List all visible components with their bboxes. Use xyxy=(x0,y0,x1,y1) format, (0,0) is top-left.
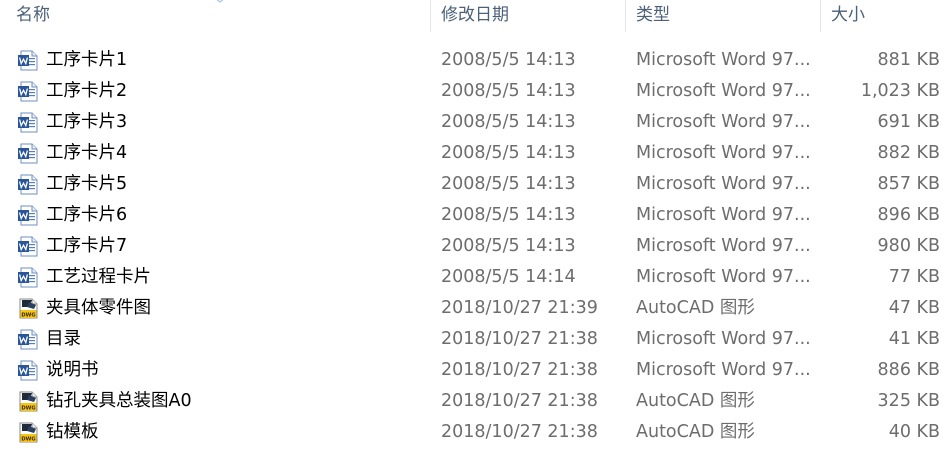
svg-text:DWG: DWG xyxy=(21,405,35,411)
file-modified-date: 2008/5/5 14:13 xyxy=(441,205,576,225)
file-row[interactable]: 工序卡片5 2008/5/5 14:13 Microsoft Word 97... 8… xyxy=(0,169,952,200)
file-row[interactable]: DWG 夹具体零件图 2018/10/27 21:39 AutoCAD 图形 47 K… xyxy=(0,293,952,324)
file-size: 41 KB xyxy=(888,329,940,349)
file-modified-date: 2008/5/5 14:13 xyxy=(441,236,576,256)
file-row[interactable]: 工序卡片3 2008/5/5 14:13 Microsoft Word 97... 6… xyxy=(0,107,952,138)
file-modified-date: 2008/5/5 14:13 xyxy=(441,81,576,101)
column-header-name[interactable]: 名称 xyxy=(6,0,430,32)
file-name: 钻孔夹具总装图A0 xyxy=(46,391,192,411)
file-row[interactable]: DWG 钻模板 2018/10/27 21:38 AutoCAD 图形 40 KB xyxy=(0,417,952,448)
file-size: 980 KB xyxy=(877,236,940,256)
word-doc-icon xyxy=(18,112,38,133)
file-size: 1,023 KB xyxy=(860,81,940,101)
file-size: 896 KB xyxy=(877,205,940,225)
column-header-type[interactable]: 类型 xyxy=(626,0,820,32)
file-row[interactable]: 工序卡片7 2008/5/5 14:13 Microsoft Word 97... 9… xyxy=(0,231,952,262)
word-doc-icon xyxy=(18,50,38,71)
word-doc-icon xyxy=(18,143,38,164)
file-type: Microsoft Word 97... xyxy=(636,360,811,380)
word-doc-icon xyxy=(18,205,38,226)
file-row[interactable]: 说明书 2018/10/27 21:38 Microsoft Word 97... 8… xyxy=(0,355,952,386)
file-type: AutoCAD 图形 xyxy=(636,298,755,318)
file-size: 882 KB xyxy=(877,143,940,163)
file-name: 工序卡片7 xyxy=(46,236,128,256)
svg-text:DWG: DWG xyxy=(21,436,35,442)
file-name: 工艺过程卡片 xyxy=(46,267,151,287)
file-name: 目录 xyxy=(46,329,81,349)
file-row[interactable]: 目录 2018/10/27 21:38 Microsoft Word 97... 41… xyxy=(0,324,952,355)
file-row[interactable]: DWG 钻孔夹具总装图A0 2018/10/27 21:38 AutoCAD 图形 3… xyxy=(0,386,952,417)
file-name: 夹具体零件图 xyxy=(46,298,151,318)
file-type: AutoCAD 图形 xyxy=(636,422,755,442)
file-row[interactable]: 工序卡片1 2008/5/5 14:13 Microsoft Word 97... 8… xyxy=(0,45,952,76)
file-size: 881 KB xyxy=(877,50,940,70)
file-name: 工序卡片1 xyxy=(46,50,128,70)
file-name: 说明书 xyxy=(46,360,99,380)
word-doc-icon xyxy=(18,329,38,350)
file-modified-date: 2018/10/27 21:39 xyxy=(441,298,598,318)
file-size: 886 KB xyxy=(877,360,940,380)
file-row[interactable]: 工序卡片2 2008/5/5 14:13 Microsoft Word 97... 1… xyxy=(0,76,952,107)
dwg-file-icon: DWG xyxy=(19,391,38,412)
word-doc-icon xyxy=(18,267,38,288)
file-modified-date: 2018/10/27 21:38 xyxy=(441,391,598,411)
file-type: Microsoft Word 97... xyxy=(636,236,811,256)
file-size: 47 KB xyxy=(888,298,940,318)
file-row[interactable]: 工艺过程卡片 2008/5/5 14:14 Microsoft Word 97...… xyxy=(0,262,952,293)
file-type: Microsoft Word 97... xyxy=(636,329,811,349)
file-modified-date: 2008/5/5 14:13 xyxy=(441,50,576,70)
file-row[interactable]: 工序卡片6 2008/5/5 14:13 Microsoft Word 97... 8… xyxy=(0,200,952,231)
column-header-date[interactable]: 修改日期 xyxy=(431,0,625,32)
file-modified-date: 2008/5/5 14:13 xyxy=(441,143,576,163)
file-size: 691 KB xyxy=(877,112,940,132)
dwg-file-icon: DWG xyxy=(19,298,38,319)
file-type: Microsoft Word 97... xyxy=(636,81,811,101)
file-name: 工序卡片4 xyxy=(46,143,128,163)
file-size: 40 KB xyxy=(888,422,940,442)
file-type: Microsoft Word 97... xyxy=(636,267,811,287)
file-modified-date: 2018/10/27 21:38 xyxy=(441,422,598,442)
file-type: Microsoft Word 97... xyxy=(636,143,811,163)
file-name: 钻模板 xyxy=(46,422,99,442)
word-doc-icon xyxy=(18,81,38,102)
file-modified-date: 2018/10/27 21:38 xyxy=(441,360,598,380)
file-modified-date: 2008/5/5 14:14 xyxy=(441,267,576,287)
file-name: 工序卡片6 xyxy=(46,205,128,225)
column-header-bar: 名称 修改日期 类型 大小 xyxy=(0,0,952,32)
file-type: Microsoft Word 97... xyxy=(636,174,811,194)
file-size: 325 KB xyxy=(877,391,940,411)
file-list: 工序卡片1 2008/5/5 14:13 Microsoft Word 97... 8… xyxy=(0,45,952,448)
word-doc-icon xyxy=(18,174,38,195)
file-modified-date: 2018/10/27 21:38 xyxy=(441,329,598,349)
svg-text:DWG: DWG xyxy=(21,312,35,318)
word-doc-icon xyxy=(18,360,38,381)
file-explorer-details-view: 名称 修改日期 类型 大小 工序卡片1 2008/5/5 14:13 Microso… xyxy=(0,0,952,449)
file-name: 工序卡片2 xyxy=(46,81,128,101)
file-modified-date: 2008/5/5 14:13 xyxy=(441,112,576,132)
file-modified-date: 2008/5/5 14:13 xyxy=(441,174,576,194)
file-type: Microsoft Word 97... xyxy=(636,112,811,132)
word-doc-icon xyxy=(18,236,38,257)
file-row[interactable]: 工序卡片4 2008/5/5 14:13 Microsoft Word 97... 8… xyxy=(0,138,952,169)
column-header-size[interactable]: 大小 xyxy=(821,0,952,32)
file-type: AutoCAD 图形 xyxy=(636,391,755,411)
file-size: 857 KB xyxy=(877,174,940,194)
file-type: Microsoft Word 97... xyxy=(636,50,811,70)
file-name: 工序卡片5 xyxy=(46,174,128,194)
file-type: Microsoft Word 97... xyxy=(636,205,811,225)
file-size: 77 KB xyxy=(888,267,940,287)
dwg-file-icon: DWG xyxy=(19,422,38,443)
file-name: 工序卡片3 xyxy=(46,112,128,132)
